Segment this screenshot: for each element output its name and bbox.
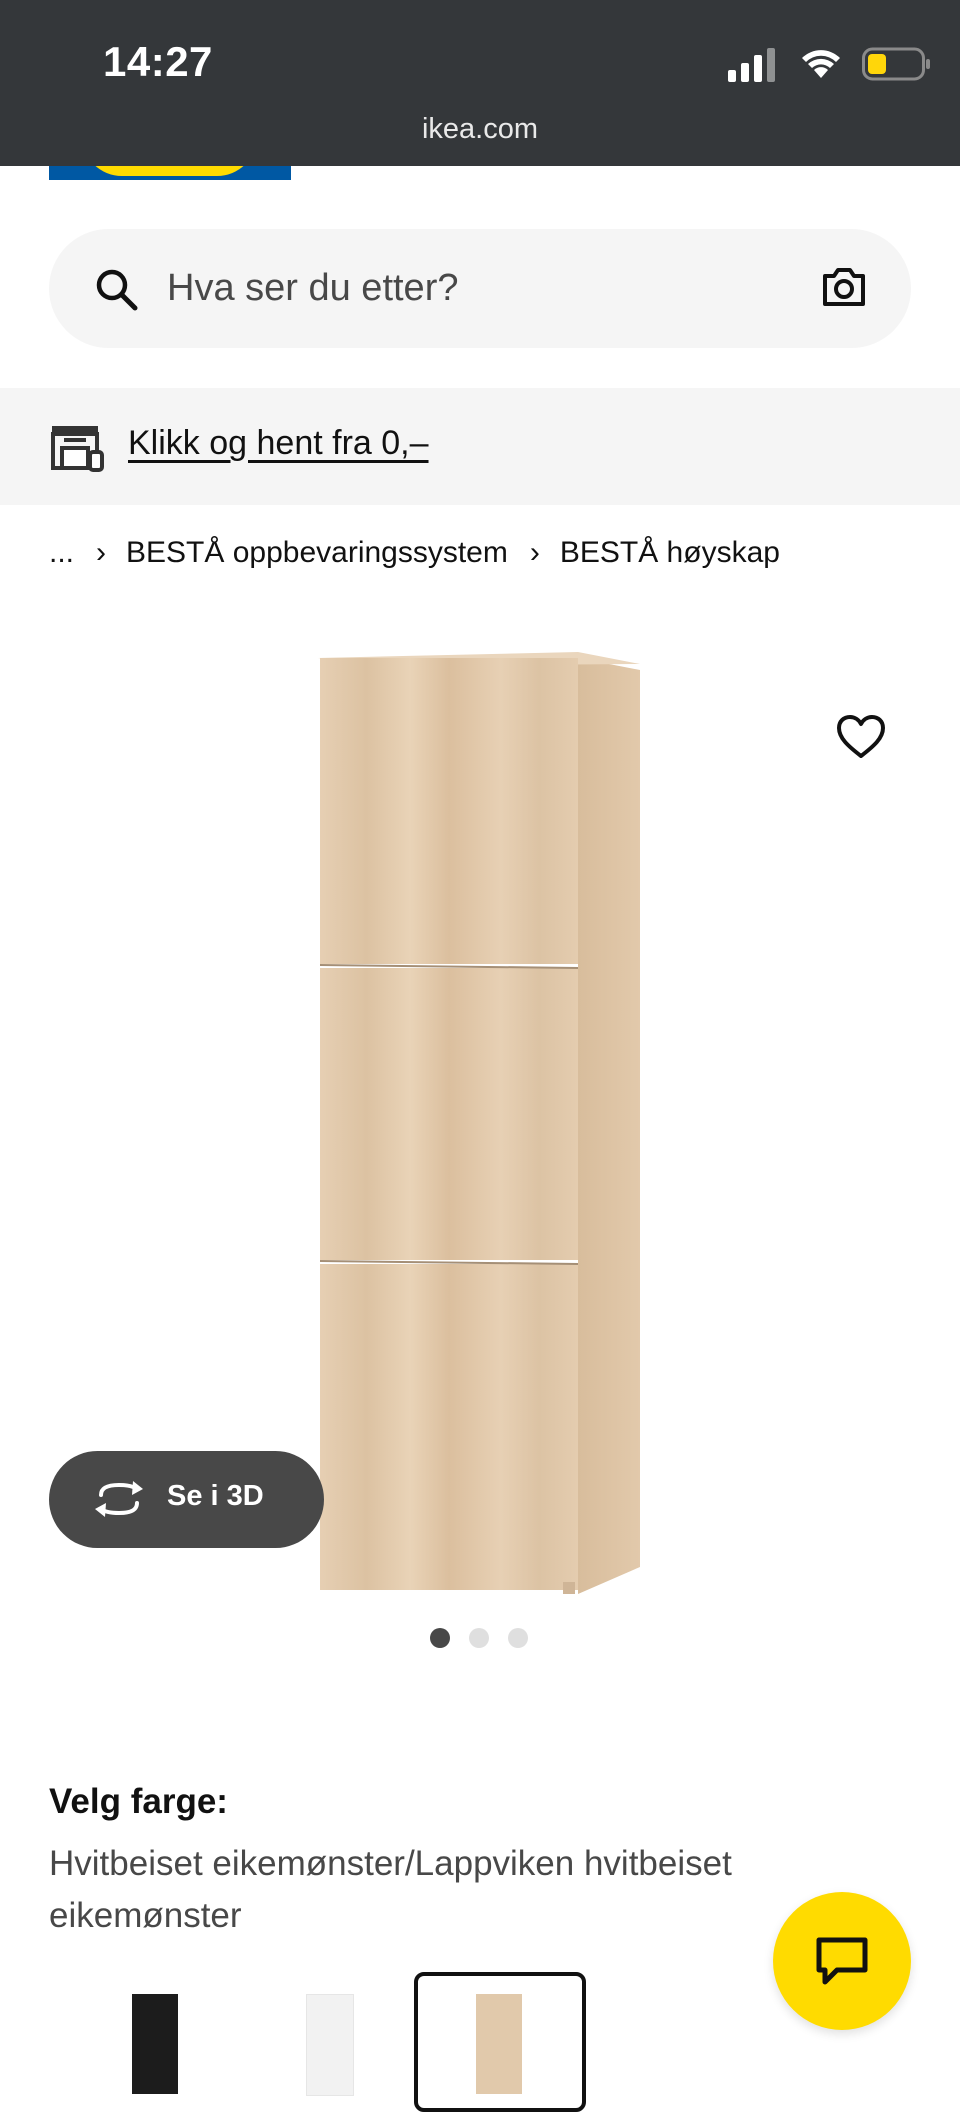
ikea-logo[interactable]: [49, 166, 291, 180]
view-3d-button[interactable]: Se i 3D: [49, 1451, 324, 1548]
search-bar[interactable]: Hva ser du etter?: [49, 229, 911, 348]
breadcrumb-item[interactable]: BESTÅ høyskap: [560, 536, 780, 570]
color-value: Hvitbeiset eikemønster/Lappviken hvitbei…: [49, 1844, 732, 1935]
cellular-signal-icon: [728, 48, 775, 82]
breadcrumb-ellipsis[interactable]: ...: [49, 536, 74, 570]
status-bar: 14:27 ikea.com: [0, 0, 960, 166]
camera-search-icon[interactable]: [821, 267, 867, 307]
wifi-icon: [802, 50, 840, 78]
battery-icon: [862, 47, 930, 81]
breadcrumb: ... › BESTÅ oppbevaringssystem › BESTÅ h…: [49, 536, 780, 570]
product-image-carousel[interactable]: [0, 600, 960, 1600]
favorite-heart-icon[interactable]: [836, 714, 886, 760]
store-icon: [51, 426, 104, 472]
color-swatch-black[interactable]: [70, 1972, 242, 2112]
rotate-3d-icon: [95, 1481, 143, 1517]
product-image: [318, 652, 640, 1594]
color-title: Velg farge:: [49, 1782, 228, 1821]
search-input[interactable]: Hva ser du etter?: [167, 267, 458, 310]
chevron-right-icon: ›: [96, 536, 107, 569]
search-icon: [96, 269, 138, 311]
url-label[interactable]: ikea.com: [0, 113, 960, 146]
carousel-indicator: [430, 1628, 528, 1648]
color-swatch-white-stained-oak[interactable]: [414, 1972, 586, 2112]
carousel-dot[interactable]: [508, 1628, 528, 1648]
status-time: 14:27: [103, 38, 213, 85]
chat-bubble-icon: [816, 1937, 868, 1985]
view-3d-label: Se i 3D: [167, 1480, 264, 1512]
breadcrumb-item[interactable]: BESTÅ oppbevaringssystem: [126, 536, 508, 570]
click-collect-link[interactable]: Klikk og hent fra 0,–: [128, 424, 429, 463]
carousel-dot[interactable]: [469, 1628, 489, 1648]
chevron-right-icon: ›: [529, 536, 540, 569]
click-collect-banner[interactable]: Klikk og hent fra 0,–: [0, 388, 960, 505]
chat-button[interactable]: [773, 1892, 911, 2030]
color-swatch-white[interactable]: [244, 1972, 416, 2112]
carousel-dot[interactable]: [430, 1628, 450, 1648]
